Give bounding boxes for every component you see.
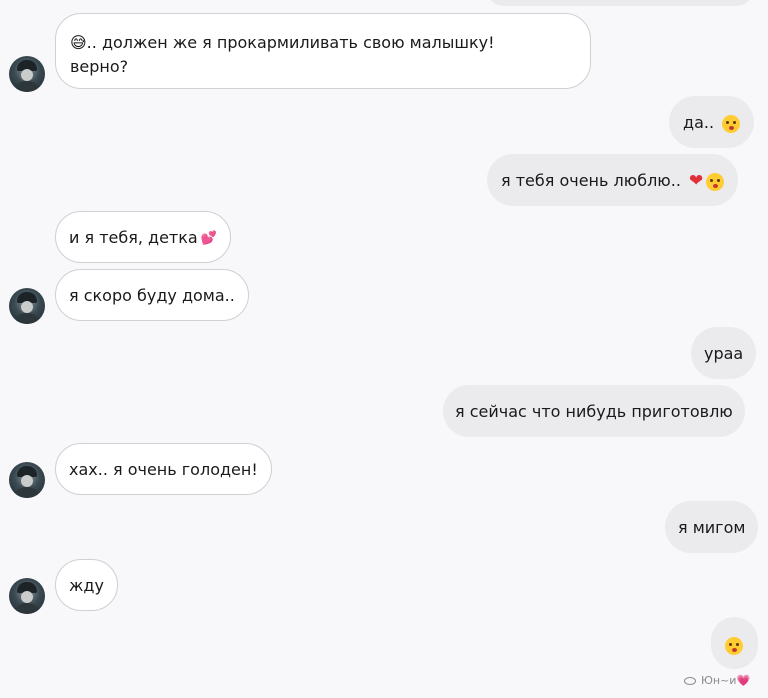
avatar[interactable] [9, 462, 45, 498]
avatar[interactable] [9, 288, 45, 324]
message-text: и я тебя, детка [69, 228, 198, 247]
message-bubble-incoming[interactable]: 😅.. должен же я прокармиливать свою малы… [55, 13, 591, 89]
message-text: 😅.. должен же я прокармиливать свою малы… [70, 33, 495, 52]
seen-label: Юн~и [701, 674, 737, 687]
two-hearts-icon: 💕 [200, 231, 217, 246]
message-text: ураа [704, 344, 744, 363]
kissing-face-icon [706, 172, 725, 191]
message-text: я мигом [678, 518, 746, 537]
message-bubble-incoming[interactable]: хах.. я очень голоден! [55, 443, 272, 495]
previous-message-bubble[interactable] [486, 0, 754, 6]
kissing-face-icon [725, 636, 743, 655]
message-bubble-outgoing[interactable]: я сейчас что нибудь приготовлю [443, 385, 745, 437]
kissing-face-icon [722, 114, 741, 133]
message-bubble-outgoing[interactable]: я мигом [665, 501, 759, 553]
message-text: да.. [683, 113, 715, 132]
message-text: жду [69, 576, 104, 595]
heart-icon: 💗 [736, 674, 751, 687]
avatar[interactable] [9, 56, 45, 92]
red-heart-icon: ❤ [689, 171, 704, 191]
message-bubble-incoming[interactable]: я скоро буду дома.. [55, 269, 249, 321]
message-text: хах.. я очень голоден! [69, 460, 258, 479]
message-text: я тебя очень люблю.. [501, 171, 681, 190]
message-text: я сейчас что нибудь приготовлю [455, 402, 733, 421]
message-bubble-outgoing[interactable] [711, 617, 758, 669]
eye-icon [684, 677, 696, 685]
message-text: верно? [70, 57, 129, 76]
message-bubble-incoming[interactable]: жду [55, 559, 118, 611]
message-text: я скоро буду дома.. [69, 286, 235, 305]
message-bubble-outgoing[interactable]: ураа [691, 327, 757, 379]
seen-indicator: Юн~и💗 [684, 674, 750, 687]
message-bubble-outgoing[interactable]: да.. [669, 96, 755, 148]
avatar[interactable] [9, 578, 45, 614]
message-bubble-incoming[interactable]: и я тебя, детка 💕 [55, 211, 231, 263]
message-bubble-outgoing[interactable]: я тебя очень люблю.. ❤ [487, 154, 739, 206]
